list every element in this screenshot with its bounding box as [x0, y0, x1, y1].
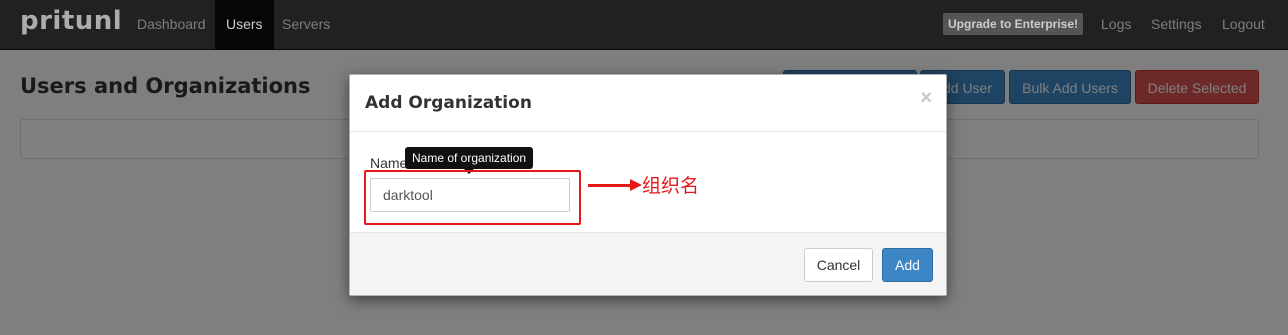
- annotation-text: 组织名: [642, 175, 700, 197]
- add-organization-modal: Add Organization × Name Name of organiza…: [349, 74, 947, 296]
- close-icon[interactable]: ×: [920, 87, 932, 110]
- cancel-button[interactable]: Cancel: [804, 248, 873, 282]
- modal-header: Add Organization ×: [350, 75, 946, 132]
- modal-title: Add Organization: [365, 93, 532, 113]
- modal-footer: Cancel Add: [350, 232, 946, 295]
- navbar-backdrop: [0, 0, 1288, 49]
- arrow-right-icon: [630, 179, 642, 191]
- annotation-arrow: [588, 184, 634, 187]
- name-tooltip: Name of organization: [405, 147, 534, 174]
- organization-name-input[interactable]: [370, 178, 570, 212]
- add-button[interactable]: Add: [882, 248, 933, 282]
- name-label: Name: [370, 155, 408, 171]
